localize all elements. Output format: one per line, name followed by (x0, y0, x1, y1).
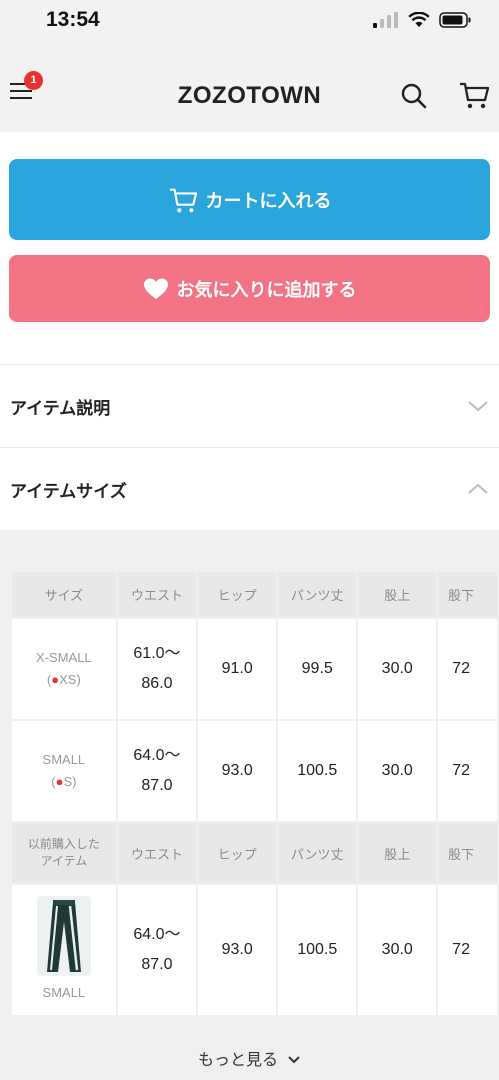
cart-button[interactable] (458, 80, 490, 110)
size-name: X-SMALL (36, 650, 92, 665)
size-tag-text: S (63, 774, 73, 789)
add-to-favorites-label: お気に入りに追加する (176, 279, 357, 301)
previous-item-size: SMALL (42, 985, 86, 1000)
rise-cell: 30.0 (358, 619, 437, 719)
header-cell: ウエスト (117, 572, 197, 617)
heart-icon (143, 278, 168, 299)
size-cell: SMALL (●S) (12, 721, 116, 821)
header-cell: 股下 (438, 823, 497, 883)
header-cell: ヒップ (198, 823, 277, 883)
header-cell: サイズ (12, 572, 116, 617)
previous-header-row: 以前購入した アイテム ウエスト ヒップ パンツ丈 股上 股下 (12, 823, 497, 883)
chevron-down-icon (468, 401, 488, 412)
size-table: サイズ ウエスト ヒップ パンツ丈 股上 股下 X-SMALL (●XS) 61… (10, 570, 499, 1017)
section-title: アイテム説明 (10, 398, 111, 419)
product-thumbnail[interactable] (36, 896, 91, 976)
header-cell: 股上 (358, 572, 437, 617)
header-cell: パンツ丈 (278, 572, 357, 617)
size-table-area: サイズ ウエスト ヒップ パンツ丈 股上 股下 X-SMALL (●XS) 61… (0, 530, 499, 1080)
previous-item-row[interactable]: SMALL 64.0〜 87.0 93.0 100.5 30.0 72 (12, 885, 497, 1015)
waist-cell: 61.0〜 86.0 (117, 619, 197, 719)
length-cell: 99.5 (278, 619, 357, 719)
signal-icon (373, 12, 398, 28)
waist-cell: 64.0〜 87.0 (117, 885, 197, 1015)
person-icon: ● (51, 672, 60, 687)
add-to-favorites-button[interactable]: お気に入りに追加する (9, 255, 490, 322)
hip-cell: 93.0 (198, 885, 277, 1015)
size-tag-text: XS (59, 672, 77, 687)
inseam-cell: 72 (438, 619, 497, 719)
table-row: SMALL (●S) 64.0〜 87.0 93.0 100.5 30.0 72 (12, 721, 497, 821)
header-cell: 股下 (438, 572, 497, 617)
section-title: アイテムサイズ (10, 481, 127, 502)
header-cell: ヒップ (198, 572, 277, 617)
size-tag: (●S) (51, 774, 77, 789)
header-cell: パンツ丈 (278, 823, 357, 883)
cart-icon (460, 82, 490, 109)
length-cell: 100.5 (278, 885, 357, 1015)
status-time: 13:54 (46, 8, 100, 31)
search-button[interactable] (400, 82, 428, 110)
previous-item-cell[interactable]: SMALL (12, 885, 116, 1015)
table-row: X-SMALL (●XS) 61.0〜 86.0 91.0 99.5 30.0 … (12, 619, 497, 719)
wifi-icon (408, 12, 430, 27)
search-icon (401, 83, 427, 109)
battery-icon (439, 12, 471, 28)
add-to-cart-label: カートに入れる (205, 190, 332, 212)
waist-cell: 64.0〜 87.0 (117, 721, 197, 821)
header-cell: 股上 (358, 823, 437, 883)
rise-cell: 30.0 (358, 885, 437, 1015)
item-description-toggle[interactable]: アイテム説明 (0, 365, 499, 447)
app-header: 1 ZOZOTOWN (0, 46, 499, 132)
table-header-row: サイズ ウエスト ヒップ パンツ丈 股上 股下 (12, 572, 497, 617)
show-more-button[interactable]: もっと見る (0, 1046, 499, 1070)
chevron-down-icon (288, 1056, 300, 1064)
previous-purchase-label: 以前購入した アイテム (12, 823, 116, 883)
add-to-cart-button[interactable]: カートに入れる (9, 159, 490, 240)
show-more-label: もっと見る (197, 1050, 278, 1069)
inseam-cell: 72 (438, 721, 497, 821)
size-cell: X-SMALL (●XS) (12, 619, 116, 719)
header-cell: ウエスト (117, 823, 197, 883)
size-name: SMALL (42, 752, 86, 767)
length-cell: 100.5 (278, 721, 357, 821)
cart-icon (169, 188, 197, 212)
hip-cell: 93.0 (198, 721, 277, 821)
chevron-up-icon (468, 483, 488, 494)
rise-cell: 30.0 (358, 721, 437, 821)
status-icons (373, 12, 471, 28)
inseam-cell: 72 (438, 885, 497, 1015)
pants-image (36, 896, 91, 976)
size-tag: (●XS) (46, 672, 81, 687)
status-bar: 13:54 (0, 0, 499, 46)
hip-cell: 91.0 (198, 619, 277, 719)
item-size-toggle[interactable]: アイテムサイズ (0, 448, 499, 530)
